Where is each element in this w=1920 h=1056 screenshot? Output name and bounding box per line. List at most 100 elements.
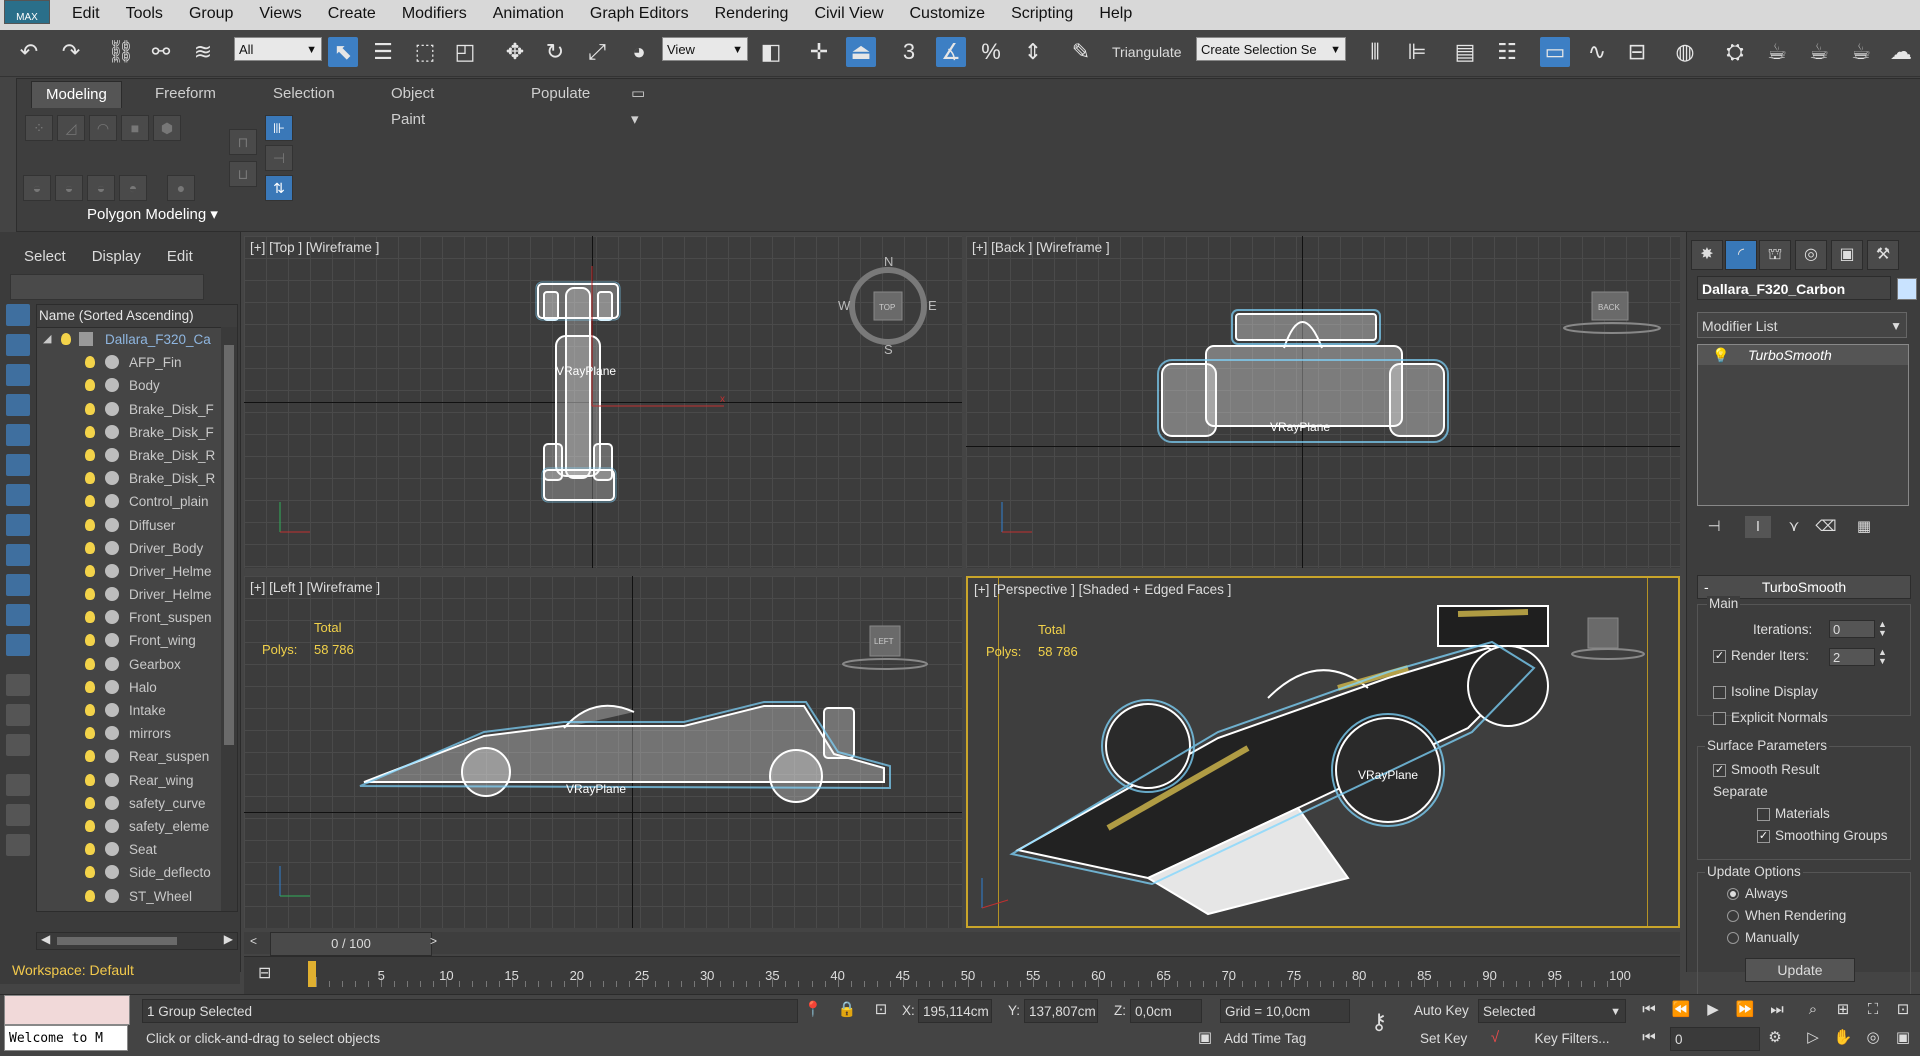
link-icon[interactable]: ⛓ [106,37,136,67]
play-icon[interactable]: ▶ [1700,999,1726,1021]
show-end-result-icon[interactable]: ⊓ [229,129,257,155]
utilities-panel-icon[interactable]: ⚒ [1867,240,1899,270]
light-bulb-icon[interactable] [85,519,95,531]
tree-item[interactable]: Driver_Body [37,537,237,560]
viewport-left[interactable]: [+] [Left ] [Wireframe ] Total Polys: 58… [244,576,962,928]
hierarchy-panel-icon[interactable]: ⛫ [1759,240,1791,270]
render-iters-checkbox[interactable]: ✓ [1713,650,1726,663]
light-bulb-icon[interactable] [85,843,95,855]
tree-item[interactable]: ST_Wheel [37,885,237,908]
named-selection-sets-dropdown[interactable]: Create Selection Se▼ [1196,37,1346,61]
display-shapes-icon[interactable] [6,394,30,416]
manually-radio[interactable] [1727,932,1739,944]
tree-item[interactable]: AFP_Fin [37,351,237,374]
zoom-all-icon[interactable]: ⊞ [1830,999,1856,1021]
border-icon[interactable]: ◠ [89,115,117,141]
go-to-start-icon[interactable]: ⏮ [1636,999,1662,1021]
ribbon-tab-populate[interactable]: Populate [531,81,590,107]
go-to-end-icon[interactable]: ⏭ [1764,999,1790,1021]
spinner-snap-icon[interactable]: ⇕ [1018,37,1048,67]
display-panel-icon[interactable]: ▣ [1831,240,1863,270]
display-cameras-icon[interactable] [6,454,30,476]
key-filters-button[interactable]: Key Filters... [1514,1027,1626,1051]
light-bulb-icon[interactable] [85,472,95,484]
y-coordinate-field[interactable]: 137,807cm [1024,999,1098,1023]
light-bulb-icon[interactable] [85,750,95,762]
toggle-end-result-icon[interactable]: ⇅ [265,175,293,201]
orbit-icon[interactable]: ◎ [1860,1027,1886,1049]
expand-arrow-icon[interactable]: ◢ [43,328,51,351]
materials-checkbox[interactable] [1757,808,1770,821]
tree-item[interactable]: safety_eleme [37,815,237,838]
filter-list-icon[interactable] [6,804,30,826]
light-bulb-icon[interactable] [61,333,71,345]
field-of-view-icon[interactable]: ▷ [1800,1027,1826,1049]
menu-customize[interactable]: Customize [910,5,986,23]
maxscript-listener-pink[interactable] [4,995,130,1025]
stack-item-turbosmooth[interactable]: 💡TurboSmooth [1698,345,1908,365]
remove-modifier-icon[interactable]: ⌫ [1813,516,1839,538]
selection-lock-icon[interactable]: 🔒 [834,999,860,1021]
ribbon-options-icon[interactable]: ▭ ▾ [631,81,645,107]
key-mode-toggle-icon[interactable]: ⏮ [1636,1027,1662,1049]
absolute-mode-icon[interactable]: ⊡ [868,999,894,1021]
show-end-result-icon[interactable]: I [1745,516,1771,538]
render-iterative-icon[interactable]: ☕ [1846,37,1876,67]
viewport-back[interactable]: [+] [Back ] [Wireframe ] BACK VRayPlane [966,236,1680,568]
ribbon-tab-modeling[interactable]: Modeling [31,81,122,108]
light-bulb-icon[interactable] [85,611,95,623]
menu-create[interactable]: Create [328,5,376,23]
selection-filter-dropdown[interactable]: All▼ [234,37,322,61]
select-by-name-icon[interactable]: ☰ [368,37,398,67]
menu-tools[interactable]: Tools [126,5,163,23]
mini-curve-editor-icon[interactable]: ⊟ [258,963,282,985]
motion-panel-icon[interactable]: ◎ [1795,240,1827,270]
isolate-selection-icon[interactable]: 📍 [800,999,826,1021]
light-bulb-icon[interactable] [85,797,95,809]
menu-group[interactable]: Group [189,5,233,23]
workspace-selector[interactable]: Workspace: Default [0,956,240,984]
maximize-viewport-icon[interactable]: ▣ [1890,1027,1916,1049]
tree-item[interactable]: safety_curve [37,792,237,815]
ribbon-tab-freeform[interactable]: Freeform [155,81,216,107]
curve-editor-icon[interactable]: ∿ [1582,37,1612,67]
light-bulb-icon[interactable] [85,774,95,786]
when-rendering-radio[interactable] [1727,910,1739,922]
smoothing-groups-checkbox[interactable]: ✓ [1757,830,1770,843]
preview-multi-icon[interactable]: ◒ [87,175,115,201]
window-crossing-icon[interactable]: ◰ [450,37,480,67]
current-frame-marker[interactable] [308,961,316,987]
tree-item[interactable]: Front_suspen [37,606,237,629]
tree-item[interactable]: Side_deflecto [37,861,237,884]
light-bulb-icon[interactable] [85,565,95,577]
move-icon[interactable]: ✥ [500,37,530,67]
menu-animation[interactable]: Animation [493,5,564,23]
tree-item[interactable]: Brake_Disk_R [37,467,237,490]
menu-scripting[interactable]: Scripting [1011,5,1073,23]
previous-frame-icon[interactable]: < [250,934,268,952]
zoom-extents-all-icon[interactable]: ⊡ [1890,999,1916,1021]
explorer-menu-edit[interactable]: Edit [167,248,193,265]
object-color-swatch[interactable] [1897,278,1917,300]
pin-stack-icon[interactable]: ⊪ [265,115,293,141]
tree-item[interactable]: Body [37,374,237,397]
zoom-icon[interactable]: ⌕ [1800,999,1826,1021]
explorer-menu-display[interactable]: Display [92,248,141,265]
tree-item[interactable]: Control_plain [37,490,237,513]
scene-explorer-toggle-icon[interactable]: ▤ [1450,37,1480,67]
display-children-icon[interactable] [6,734,30,756]
current-frame-field[interactable]: 0 [1670,1027,1760,1051]
tree-item[interactable]: Rear_wing [37,769,237,792]
vertex-icon[interactable]: ⁘ [25,115,53,141]
render-setup-icon[interactable]: ⛭ [1720,37,1750,67]
modifier-list-dropdown[interactable]: Modifier List▼ [1697,312,1907,338]
light-bulb-icon[interactable] [85,449,95,461]
select-manipulate-icon[interactable]: ✛ [804,37,834,67]
pin-stack-icon[interactable]: ⊣ [1701,516,1727,538]
preview-off-icon[interactable]: ◒ [23,175,51,201]
rectangular-selection-icon[interactable]: ⬚ [410,37,440,67]
bind-space-warp-icon[interactable]: ≋ [188,37,218,67]
explicit-normals-checkbox[interactable] [1713,712,1726,725]
menu-help[interactable]: Help [1099,5,1132,23]
scale-icon[interactable]: ⤢ [582,37,612,67]
